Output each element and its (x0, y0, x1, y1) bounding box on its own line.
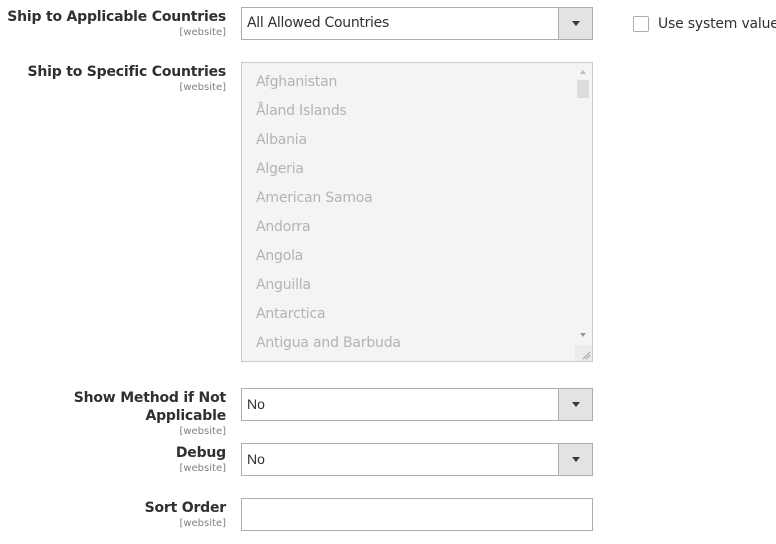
debug-select[interactable]: No (241, 443, 593, 476)
select-value: All Allowed Countries (247, 15, 389, 31)
use-system-value-label[interactable]: Use system value (658, 16, 776, 32)
field-label-group: Debug [website] (0, 444, 226, 475)
scroll-up-icon[interactable] (580, 70, 586, 74)
scope-label: [website] (179, 463, 226, 474)
country-option[interactable]: Andorra (242, 213, 576, 242)
field-label: Show Method if Not Applicable (73, 390, 226, 424)
scope-label: [website] (179, 82, 226, 93)
ship-specific-countries-multiselect[interactable]: Afghanistan Åland Islands Albania Algeri… (241, 62, 593, 362)
country-option[interactable]: Albania (242, 126, 576, 155)
country-option[interactable]: Åland Islands (242, 97, 576, 126)
scope-label: [website] (179, 27, 226, 38)
field-label-group: Show Method if Not Applicable [website] (0, 389, 226, 438)
country-option[interactable]: Angola (242, 242, 576, 271)
select-value: No (247, 396, 265, 412)
field-label-group: Ship to Applicable Countries [website] (0, 8, 226, 39)
select-value: No (247, 451, 265, 467)
sort-order-input[interactable] (241, 498, 593, 531)
country-option[interactable]: Algeria (242, 155, 576, 184)
field-label: Sort Order (144, 500, 227, 516)
select-toggle[interactable] (558, 8, 592, 39)
resize-handle[interactable] (575, 345, 592, 361)
country-option[interactable]: Afghanistan (242, 68, 576, 97)
checkbox-box[interactable] (633, 16, 649, 32)
field-label: Debug (175, 445, 226, 461)
show-method-select[interactable]: No (241, 388, 593, 421)
scroll-down-icon[interactable] (580, 333, 586, 337)
field-label-group: Sort Order [website] (0, 499, 227, 530)
field-label: Ship to Applicable Countries (7, 9, 226, 25)
ship-applicable-countries-select[interactable]: All Allowed Countries (241, 7, 593, 40)
use-system-value-checkbox[interactable]: Use system value (633, 16, 776, 32)
scope-label: [website] (179, 426, 226, 437)
vertical-scrollbar[interactable] (575, 63, 592, 361)
country-option[interactable]: American Samoa (242, 184, 576, 213)
field-label: Ship to Specific Countries (27, 64, 226, 80)
select-toggle[interactable] (558, 444, 592, 475)
country-option[interactable]: Antarctica (242, 300, 576, 329)
country-option[interactable]: Antigua and Barbuda (242, 329, 576, 358)
country-options-list: Afghanistan Åland Islands Albania Algeri… (242, 68, 576, 358)
select-toggle[interactable] (558, 389, 592, 420)
scrollbar-thumb[interactable] (577, 80, 589, 98)
chevron-down-icon (572, 21, 580, 26)
chevron-down-icon (572, 402, 580, 407)
field-label-group: Ship to Specific Countries [website] (0, 63, 226, 94)
scope-label: [website] (179, 518, 226, 529)
chevron-down-icon (572, 457, 580, 462)
resize-grip-icon (582, 351, 591, 360)
country-option[interactable]: Anguilla (242, 271, 576, 300)
